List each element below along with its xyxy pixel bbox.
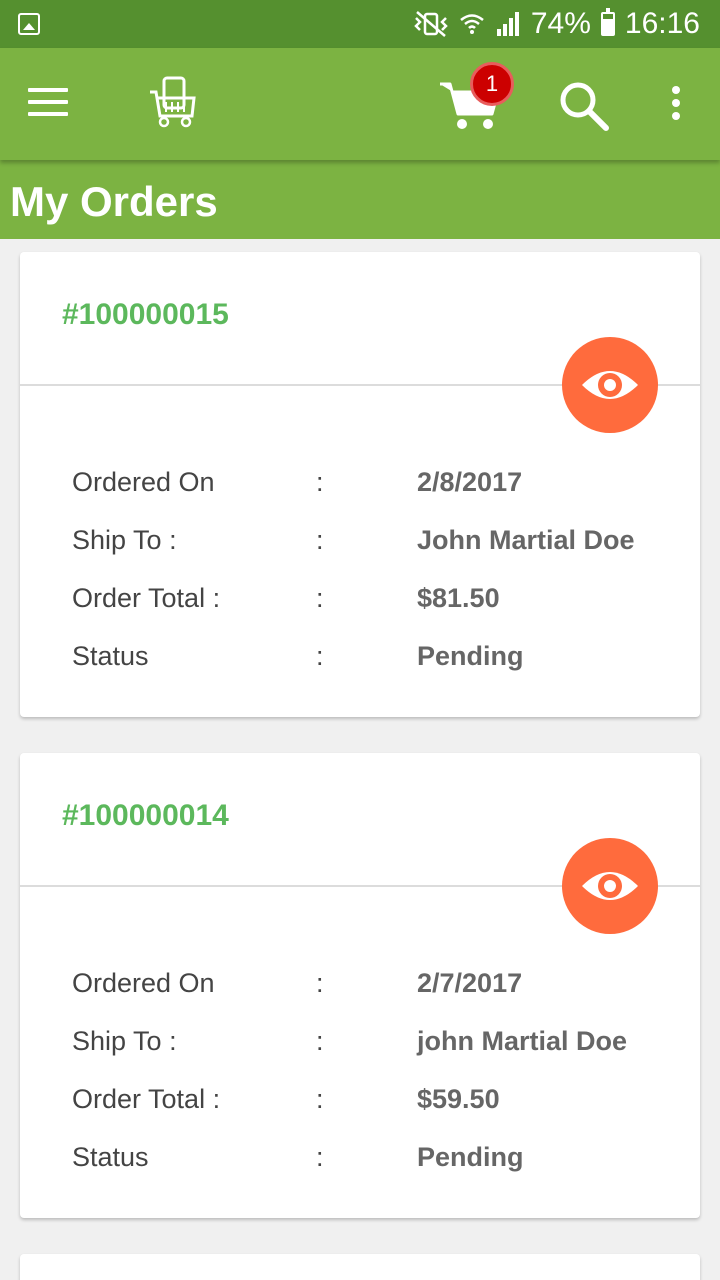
detail-label: Order Total : (72, 1084, 221, 1114)
detail-label: Status (72, 641, 149, 671)
detail-label: Ordered On (72, 968, 215, 998)
detail-value: John Martial Doe (417, 525, 635, 555)
app-toolbar: 1 (0, 48, 720, 160)
detail-row-order-total: Order Total : : $81.50 (72, 583, 692, 623)
detail-separator: : (316, 583, 324, 613)
status-bar: 74% 16:16 (0, 0, 720, 48)
detail-row-ordered-on: Ordered On : 2/7/2017 (72, 968, 692, 1008)
order-number: #100000014 (62, 799, 229, 832)
detail-value: john Martial Doe (417, 1026, 628, 1056)
order-number: #100000015 (62, 298, 229, 331)
detail-separator: : (316, 641, 324, 671)
detail-row-ship-to: Ship To : : john Martial Doe (72, 1026, 692, 1066)
detail-separator: : (316, 1142, 324, 1172)
detail-value: Pending (417, 1142, 524, 1172)
battery-percent: 74% (530, 7, 591, 40)
detail-label: Ship To : (72, 1026, 177, 1056)
detail-value: Pending (417, 641, 524, 671)
wifi-icon (460, 14, 484, 34)
order-card[interactable]: #100000014 Ordered On : 2/7/2017 Ship To… (20, 753, 700, 1218)
detail-row-order-total: Order Total : : $59.50 (72, 1084, 692, 1124)
eye-icon (582, 371, 638, 399)
view-order-button[interactable] (562, 337, 658, 433)
battery-icon (600, 8, 615, 36)
detail-separator: : (316, 1026, 324, 1056)
detail-row-ordered-on: Ordered On : 2/8/2017 (72, 467, 692, 507)
vibrate-mute-icon (414, 11, 448, 37)
detail-value: 2/8/2017 (417, 467, 523, 497)
order-card[interactable] (20, 1254, 700, 1280)
gallery-notification-icon (18, 13, 40, 35)
shop-logo-icon[interactable] (148, 76, 198, 128)
status-icons: 74% 16:16 (413, 0, 700, 48)
detail-value: $81.50 (417, 583, 500, 613)
signal-icon (496, 12, 519, 36)
detail-label: Status (72, 1142, 149, 1172)
view-order-button[interactable] (562, 838, 658, 934)
menu-icon[interactable] (28, 88, 68, 120)
detail-row-status: Status : Pending (72, 641, 692, 681)
more-vert-icon[interactable] (668, 86, 684, 126)
clock: 16:16 (624, 7, 700, 40)
cart-count-badge: 1 (470, 62, 514, 106)
page-header: My Orders (0, 160, 720, 239)
detail-row-status: Status : Pending (72, 1142, 692, 1182)
order-card[interactable]: #100000015 Ordered On : 2/8/2017 Ship To… (20, 252, 700, 717)
detail-value: 2/7/2017 (417, 968, 523, 998)
detail-label: Order Total : (72, 583, 221, 613)
detail-label: Ship To : (72, 525, 177, 555)
search-icon[interactable] (556, 78, 612, 134)
detail-separator: : (316, 467, 324, 497)
eye-icon (582, 872, 638, 900)
page-title: My Orders (10, 178, 218, 225)
detail-separator: : (316, 968, 324, 998)
detail-separator: : (316, 525, 324, 555)
detail-separator: : (316, 1084, 324, 1114)
detail-row-ship-to: Ship To : : John Martial Doe (72, 525, 692, 565)
detail-label: Ordered On (72, 467, 215, 497)
detail-value: $59.50 (417, 1084, 500, 1114)
